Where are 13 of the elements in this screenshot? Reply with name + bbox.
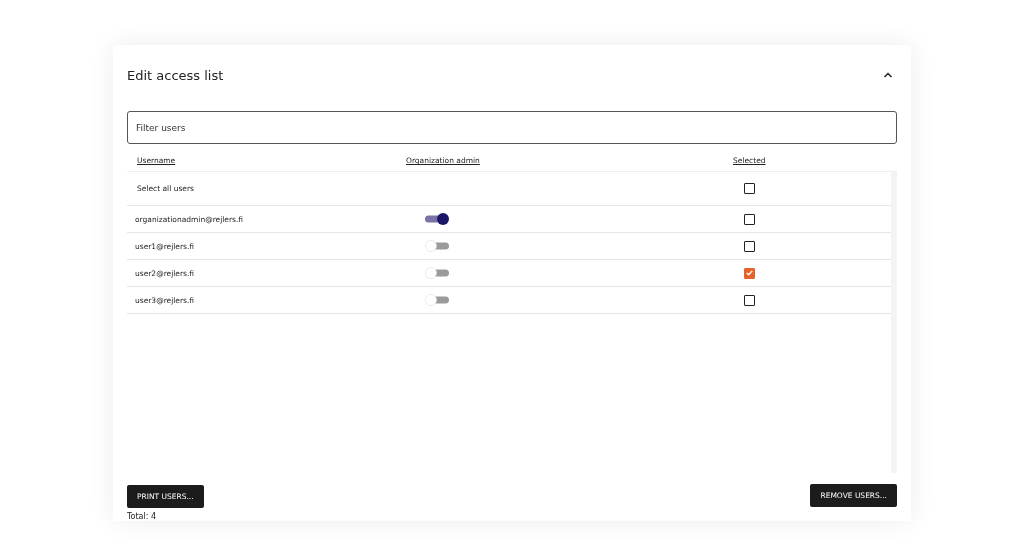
checkbox[interactable] [744, 183, 755, 195]
checkbox[interactable] [744, 240, 755, 252]
toggle-switch[interactable] [425, 212, 449, 225]
checkbox[interactable] [744, 267, 755, 279]
checkbox[interactable] [744, 213, 755, 225]
caret-icon[interactable] [883, 70, 893, 79]
filter-field[interactable]: Filter users [127, 111, 897, 145]
toggle-switch[interactable] [425, 266, 449, 279]
checkbox[interactable] [744, 294, 755, 306]
panel-title: Edit access list [127, 68, 224, 83]
toggle-switch[interactable] [425, 293, 449, 306]
total-count: Total: 4 [127, 512, 157, 521]
toggle-switch[interactable] [425, 239, 449, 252]
